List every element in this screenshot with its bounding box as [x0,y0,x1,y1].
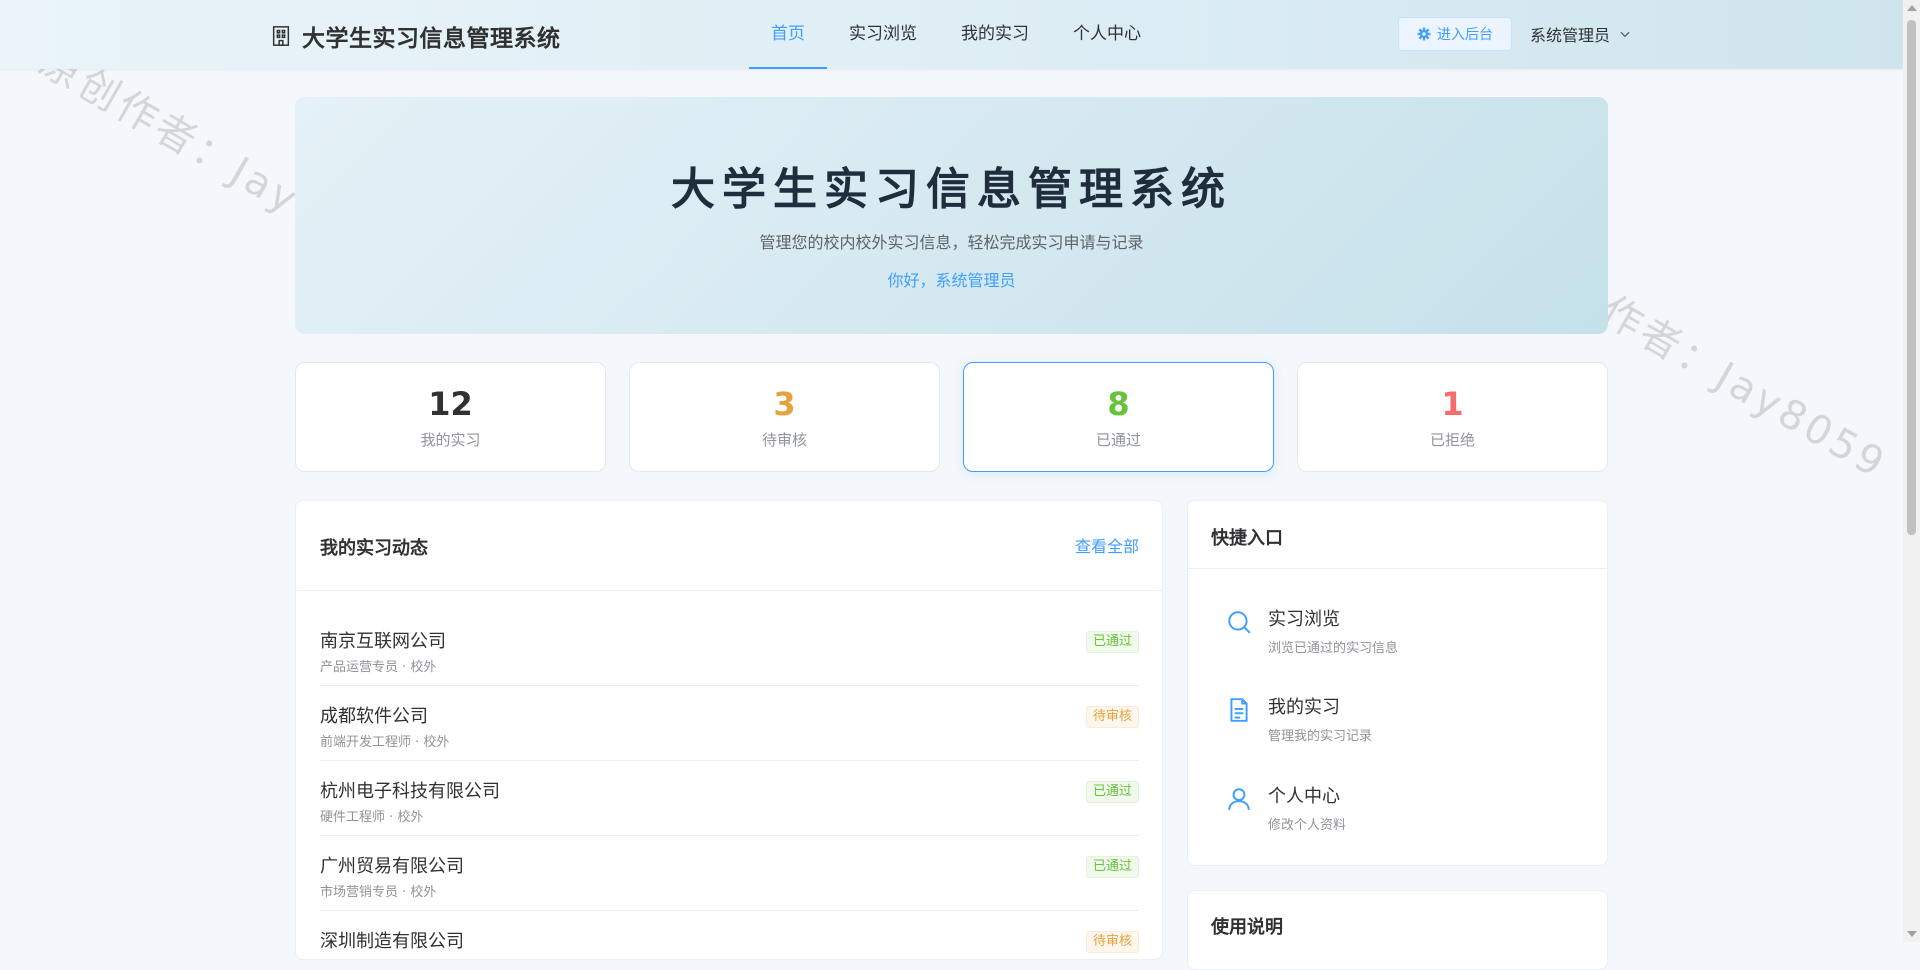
nav-item-browse[interactable]: 实习浏览 [827,0,939,69]
stat-label: 已拒绝 [1429,431,1475,449]
hero-title: 大学生实习信息管理系统 [671,164,1232,215]
quick-link-title: 实习浏览 [1268,609,1340,630]
main-nav: 首页 实习浏览 我的实习 个人中心 [749,0,1163,69]
brand-title: 大学生实习信息管理系统 [302,26,561,52]
status-badge: 已通过 [1085,856,1139,878]
stat-card-rejected[interactable]: 1 已拒绝 [1297,362,1608,472]
internship-meta: 产品运营专员 · 校外 [320,660,437,675]
company-name: 广州贸易有限公司 [320,856,464,877]
stat-value: 12 [428,385,473,423]
quick-entry-title: 快捷入口 [1211,528,1283,549]
page-scrollbar[interactable] [1903,0,1920,942]
gear-icon [1417,27,1431,41]
user-name: 系统管理员 [1530,26,1611,45]
activity-card: 我的实习动态 查看全部 南京互联网公司 产品运营专员 · 校外 已通过 成都软件… [295,500,1163,960]
internship-meta: 市场营销专员 · 校外 [320,885,437,900]
nav-item-home[interactable]: 首页 [749,0,827,69]
scroll-up-arrow[interactable] [1907,5,1917,11]
hero-greeting: 你好，系统管理员 [887,271,1016,290]
list-item[interactable]: 杭州电子科技有限公司 硬件工程师 · 校外 已通过 [320,761,1139,836]
chevron-down-icon [1620,31,1630,38]
status-badge: 待审核 [1085,706,1139,728]
internship-meta: 前端开发工程师 · 校外 [320,735,450,750]
stat-label: 我的实习 [420,431,481,449]
scroll-down-arrow[interactable] [1907,931,1917,937]
quick-link-desc: 修改个人资料 [1268,818,1347,833]
stat-card-my-internships[interactable]: 12 我的实习 [295,362,606,472]
document-icon [1230,698,1248,722]
brand[interactable]: 大学生实习信息管理系统 [270,19,561,53]
quick-link-browse[interactable]: 实习浏览 浏览已通过的实习信息 [1226,605,1398,656]
enter-admin-label: 进入后台 [1437,27,1493,43]
list-item[interactable]: 南京互联网公司 产品运营专员 · 校外 已通过 [320,611,1139,686]
quick-link-my-internship[interactable]: 我的实习 管理我的实习记录 [1226,693,1372,744]
view-all-link[interactable]: 查看全部 [1075,533,1139,557]
internship-meta: 硬件工程师 · 校外 [320,810,424,825]
list-item[interactable]: 广州贸易有限公司 市场营销专员 · 校外 已通过 [320,836,1139,911]
company-name: 南京互联网公司 [320,631,446,652]
top-navbar: 大学生实习信息管理系统 首页 实习浏览 我的实习 个人中心 进入后台 系统管理员 [0,0,1903,69]
nav-item-my-internship[interactable]: 我的实习 [939,0,1051,69]
usage-card: 使用说明 [1187,890,1608,970]
company-name: 深圳制造有限公司 [320,931,464,952]
nav-item-profile[interactable]: 个人中心 [1051,0,1163,69]
list-item[interactable]: 深圳制造有限公司 待审核 [320,911,1139,959]
list-item[interactable]: 成都软件公司 前端开发工程师 · 校外 待审核 [320,686,1139,761]
search-icon [1228,611,1251,634]
company-name: 成都软件公司 [320,706,428,727]
quick-link-desc: 管理我的实习记录 [1268,729,1373,744]
quick-entry-card: 快捷入口 实习浏览 浏览已通过的实习信息 我的实习 管理我的实习记录 个人中心 … [1187,500,1608,866]
stat-card-approved[interactable]: 8 已通过 [963,362,1274,472]
company-name: 杭州电子科技有限公司 [320,781,500,802]
hero-banner: 大学生实习信息管理系统 管理您的校内校外实习信息，轻松完成实习申请与记录 你好，… [295,97,1608,334]
stat-label: 待审核 [761,431,807,449]
quick-entry-header: 快捷入口 [1188,501,1607,569]
quick-link-title: 个人中心 [1268,786,1340,807]
user-menu[interactable]: 系统管理员 [1530,22,1632,46]
usage-title: 使用说明 [1211,917,1283,938]
building-icon [272,26,290,46]
status-badge: 已通过 [1085,781,1139,803]
stat-label: 已通过 [1095,431,1141,449]
stat-value: 1 [1441,385,1464,423]
enter-admin-button[interactable]: 进入后台 [1398,17,1512,51]
status-badge: 已通过 [1085,631,1139,653]
user-icon [1228,788,1250,810]
activity-list: 南京互联网公司 产品运营专员 · 校外 已通过 成都软件公司 前端开发工程师 ·… [320,611,1139,959]
stat-card-pending[interactable]: 3 待审核 [629,362,940,472]
quick-link-desc: 浏览已通过的实习信息 [1268,641,1399,656]
stat-value: 8 [1107,385,1130,423]
quick-link-title: 我的实习 [1268,697,1340,718]
stat-value: 3 [773,385,796,423]
activity-card-header: 我的实习动态 查看全部 [296,501,1162,591]
status-badge: 待审核 [1085,931,1139,953]
activity-title: 我的实习动态 [320,538,428,559]
quick-link-profile[interactable]: 个人中心 修改个人资料 [1226,782,1346,833]
scroll-thumb[interactable] [1907,20,1916,535]
hero-subtitle: 管理您的校内校外实习信息，轻松完成实习申请与记录 [759,233,1144,252]
